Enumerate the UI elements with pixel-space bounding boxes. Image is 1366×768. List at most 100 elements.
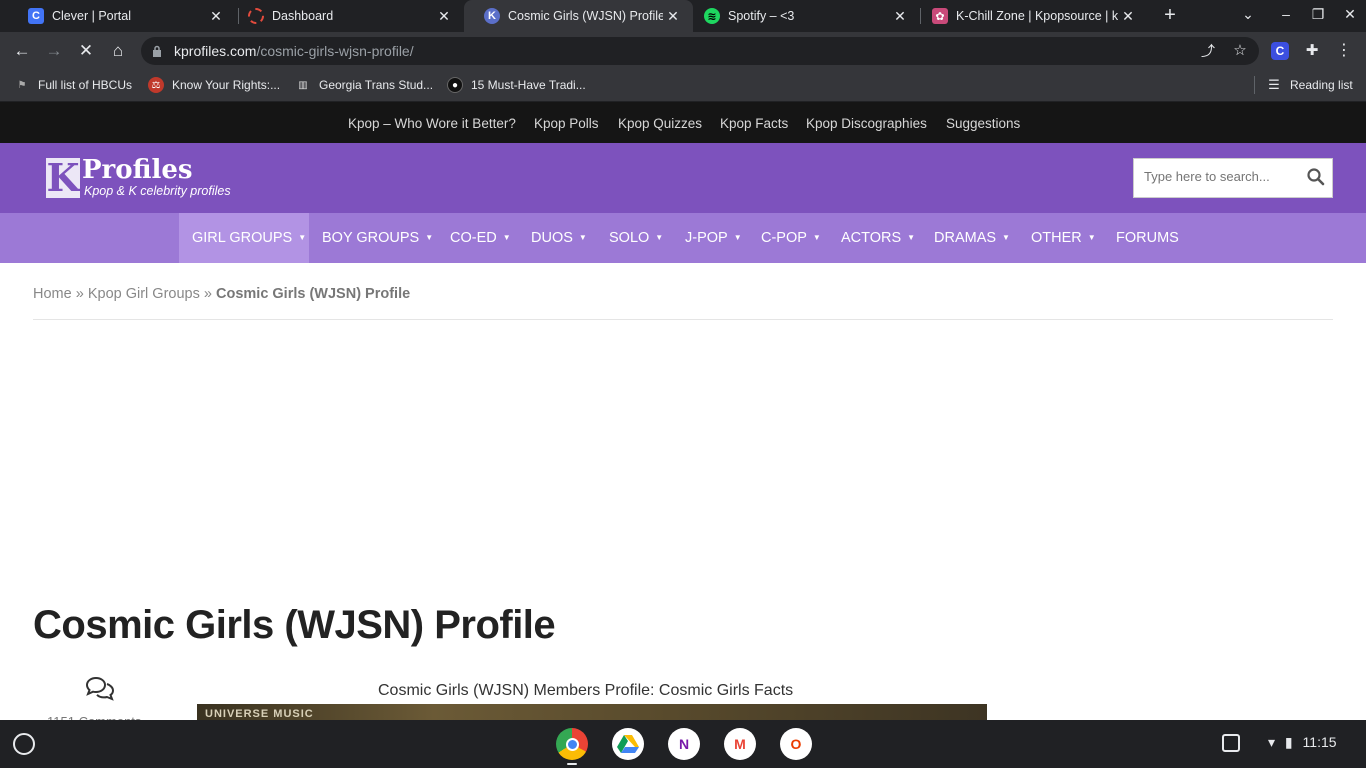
clock: 11:15 xyxy=(1302,734,1337,750)
caret-down-icon: ▼ xyxy=(655,233,664,242)
gmail-icon[interactable]: M xyxy=(724,728,756,760)
nav-girl-groups[interactable]: GIRL GROUPS ▼ xyxy=(179,213,309,263)
logo-tagline: Kpop & K celebrity profiles xyxy=(84,184,231,198)
caret-down-icon: ▼ xyxy=(298,233,307,242)
nav-other[interactable]: OTHER ▼ xyxy=(1031,213,1096,263)
dashboard-icon xyxy=(248,8,264,24)
stop-loading-icon[interactable]: ✕ xyxy=(75,40,97,62)
kpopsource-icon: ✿ xyxy=(932,8,948,24)
bookmark-hbcus[interactable]: ⚑ Full list of HBCUs xyxy=(14,77,133,93)
lock-icon[interactable] xyxy=(152,44,162,57)
bookmarks-separator xyxy=(1254,76,1255,94)
new-tab-icon[interactable]: + xyxy=(1160,4,1180,27)
nav-dramas[interactable]: DRAMAS ▼ xyxy=(934,213,1010,263)
caret-down-icon: ▼ xyxy=(1002,233,1010,242)
minimize-icon[interactable]: – xyxy=(1276,6,1296,22)
tab-spotify[interactable]: ≋ Spotify – <3 ✕ xyxy=(684,0,920,32)
menu-icon[interactable]: ⋮ xyxy=(1333,40,1355,62)
bookmark-star-icon[interactable]: ☆ xyxy=(1229,40,1251,62)
nav-co-ed[interactable]: CO-ED ▼ xyxy=(450,213,511,263)
top-menu-who-wore[interactable]: Kpop – Who Wore it Better? xyxy=(348,116,516,131)
extensions-icon[interactable]: ✚ xyxy=(1301,40,1323,62)
search-icon[interactable] xyxy=(1306,167,1326,187)
reading-list-icon: ☰ xyxy=(1268,77,1280,92)
caret-down-icon: ▼ xyxy=(907,233,916,242)
url-text[interactable]: kprofiles.com/cosmic-girls-wjsn-profile/ xyxy=(174,43,414,59)
ad-slot xyxy=(33,330,1333,580)
breadcrumb-current: Cosmic Girls (WJSN) Profile xyxy=(216,286,411,302)
breadcrumb-divider xyxy=(33,319,1333,320)
tab-clever[interactable]: C Clever | Portal ✕ xyxy=(8,0,236,32)
article-subtitle: Cosmic Girls (WJSN) Members Profile: Cos… xyxy=(378,682,794,699)
breadcrumb-separator: » xyxy=(203,286,212,302)
forward-icon[interactable]: → xyxy=(43,40,65,62)
share-icon[interactable]: ⤴ xyxy=(1197,40,1219,62)
back-icon[interactable]: ← xyxy=(11,40,33,62)
nav-forums[interactable]: FORUMS xyxy=(1116,213,1179,263)
close-icon[interactable]: ✕ xyxy=(434,8,454,25)
nav-j-pop[interactable]: J-POP ▼ xyxy=(685,213,742,263)
drive-icon[interactable] xyxy=(612,728,644,760)
close-icon[interactable]: ✕ xyxy=(1118,8,1138,25)
breadcrumb-separator: » xyxy=(75,286,84,302)
search-box[interactable] xyxy=(1133,158,1333,198)
tab-title: K-Chill Zone | Kpopsource | kp xyxy=(956,9,1118,23)
close-icon[interactable]: ✕ xyxy=(663,8,683,25)
nav-solo[interactable]: SOLO ▼ xyxy=(609,213,663,263)
onenote-icon[interactable]: N xyxy=(668,728,700,760)
nav-c-pop[interactable]: C-POP ▼ xyxy=(761,213,821,263)
top-menu-suggestions[interactable]: Suggestions xyxy=(946,116,1020,131)
home-icon[interactable]: ⌂ xyxy=(107,40,129,62)
caret-down-icon: ▼ xyxy=(1087,233,1096,242)
bookmark-know-your-rights[interactable]: ⚖ Know Your Rights:... xyxy=(148,77,280,93)
close-icon[interactable]: ✕ xyxy=(206,8,226,25)
breadcrumb-home[interactable]: Home xyxy=(33,286,72,302)
hbcu-icon: ⚑ xyxy=(17,79,27,91)
georgia-icon: ▥ xyxy=(298,79,308,91)
nav-duos[interactable]: DUOS ▼ xyxy=(531,213,587,263)
reading-list-button[interactable]: ☰ Reading list xyxy=(1266,77,1353,93)
caret-down-icon: ▼ xyxy=(578,233,587,242)
nav-actors[interactable]: ACTORS ▼ xyxy=(841,213,915,263)
restore-icon[interactable]: ❐ xyxy=(1308,6,1328,23)
nav-boy-groups[interactable]: BOY GROUPS ▼ xyxy=(322,213,433,263)
tab-title: Clever | Portal xyxy=(52,9,131,23)
tab-dashboard[interactable]: Dashboard ✕ xyxy=(228,0,464,32)
spotify-icon: ≋ xyxy=(704,8,720,24)
breadcrumb: Home » Kpop Girl Groups » Cosmic Girls (… xyxy=(33,286,410,302)
caret-down-icon: ▼ xyxy=(502,233,511,242)
bookmark-must-have[interactable]: ● 15 Must-Have Tradi... xyxy=(447,77,586,93)
tab-kpopsource[interactable]: ✿ K-Chill Zone | Kpopsource | kp ✕ xyxy=(912,0,1148,32)
tab-search-icon[interactable]: ⌄ xyxy=(1238,6,1258,23)
screen-capture-icon[interactable] xyxy=(1222,734,1240,752)
window-close-icon[interactable]: ✕ xyxy=(1340,6,1360,23)
caret-down-icon: ▼ xyxy=(812,233,821,242)
chrome-icon[interactable] xyxy=(556,728,588,760)
tab-title: Spotify – <3 xyxy=(728,9,795,23)
top-menu-quizzes[interactable]: Kpop Quizzes xyxy=(618,116,702,131)
hero-image-caption: UNIVERSE MUSIC xyxy=(205,708,314,720)
profile-avatar[interactable]: C xyxy=(1271,42,1289,60)
comments-icon[interactable] xyxy=(84,675,116,703)
top-menu-facts[interactable]: Kpop Facts xyxy=(720,116,788,131)
tab-title: Cosmic Girls (WJSN) Profile (U xyxy=(508,9,663,23)
bookmark-georgia-trans[interactable]: ▥ Georgia Trans Stud... xyxy=(295,77,433,93)
rights-icon: ⚖ xyxy=(148,77,164,93)
battery-icon: ▮ xyxy=(1284,734,1293,750)
tab-cosmic-girls[interactable]: K Cosmic Girls (WJSN) Profile (U ✕ xyxy=(464,0,693,32)
caret-down-icon: ▼ xyxy=(425,233,434,242)
top-menu-polls[interactable]: Kpop Polls xyxy=(534,116,599,131)
wifi-icon: ▾ xyxy=(1268,734,1276,750)
search-input[interactable] xyxy=(1144,169,1294,184)
office-icon[interactable]: O xyxy=(780,728,812,760)
status-tray[interactable]: ▾ ▮ 11:15 xyxy=(1260,734,1337,751)
page-title: Cosmic Girls (WJSN) Profile xyxy=(33,603,556,647)
launcher-icon[interactable] xyxy=(13,733,35,755)
breadcrumb-category[interactable]: Kpop Girl Groups xyxy=(88,286,200,302)
logo-wordmark[interactable]: Profiles xyxy=(82,155,193,185)
tab-title: Dashboard xyxy=(272,9,334,23)
kprofiles-icon: K xyxy=(484,8,500,24)
top-menu-discographies[interactable]: Kpop Discographies xyxy=(806,116,927,131)
close-icon[interactable]: ✕ xyxy=(890,8,910,25)
logo-mark[interactable]: K xyxy=(46,158,80,198)
